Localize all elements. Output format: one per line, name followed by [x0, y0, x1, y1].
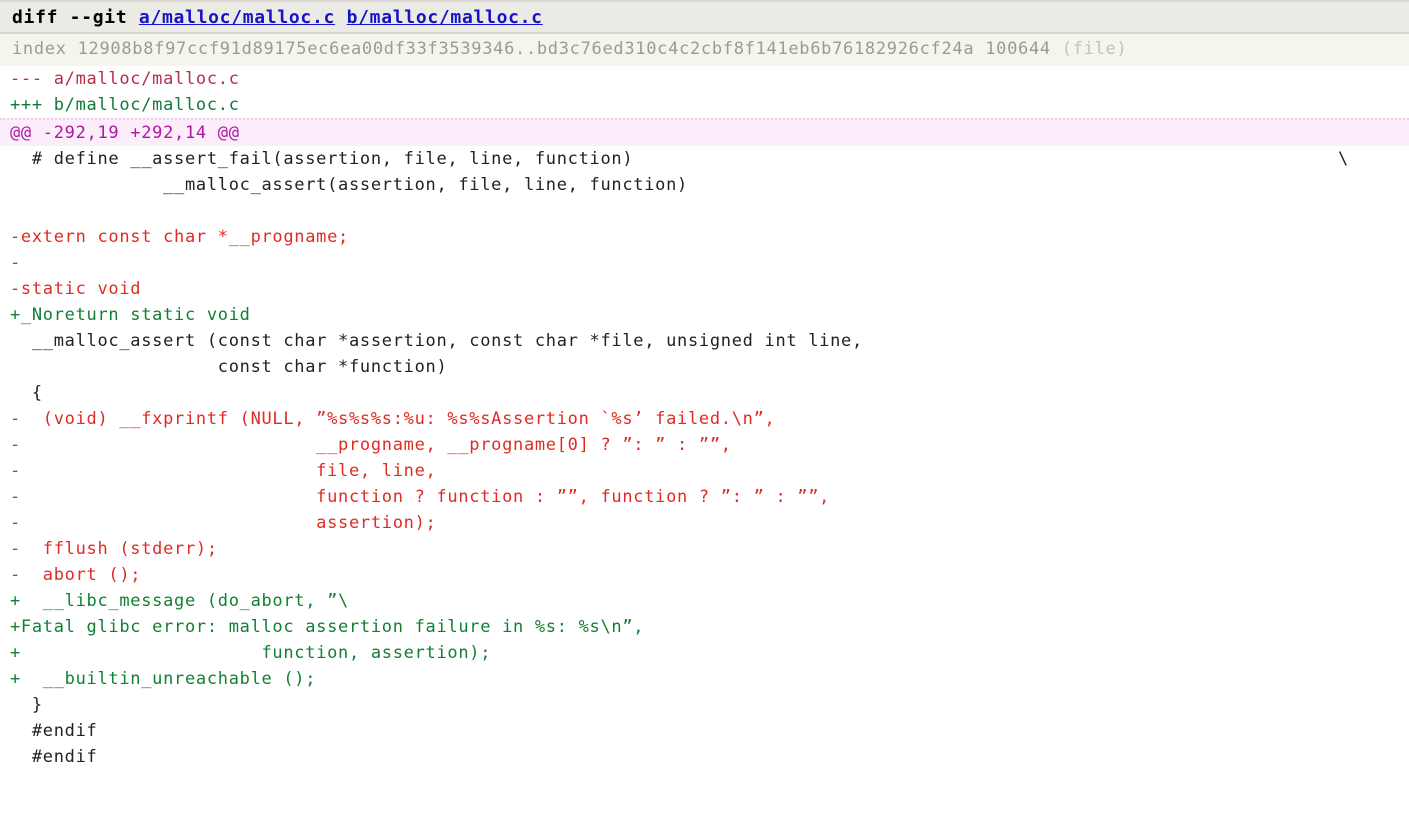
diff-line-del: - (void) __fxprintf (NULL, ”%s%s%s:%u: %… — [10, 409, 776, 429]
diff-line-add: + function, assertion); — [10, 643, 492, 663]
diff-line-context: __malloc_assert (const char *assertion, … — [10, 331, 863, 351]
diff-line-context: } — [10, 695, 43, 715]
hunk-header: @@ -292,19 +292,14 @@ — [0, 118, 1409, 146]
diff-line-context: #endif — [10, 747, 98, 767]
diff-line-add: +Fatal glibc error: malloc assertion fai… — [10, 617, 645, 637]
diff-index-line: index 12908b8f97ccf91d89175ec6ea00df33f3… — [0, 34, 1409, 66]
diff-line-del: -static void — [10, 279, 142, 299]
diff-line-del: - function ? function : ””, function ? ”… — [10, 487, 831, 507]
diff-line-context: # define __assert_fail(assertion, file, … — [10, 149, 634, 169]
diff-line-context — [0, 198, 1409, 224]
file-link-b[interactable]: b/malloc/malloc.c — [347, 7, 543, 28]
diff-line-del: -extern const char *__progname; — [10, 227, 349, 247]
diff-line-del: - __progname, __progname[0] ? ”: ” : ””, — [10, 435, 732, 455]
from-file-line: --- a/malloc/malloc.c — [10, 69, 240, 89]
diff-line-add: +_Noreturn static void — [10, 305, 251, 325]
diff-line-del: - file, line, — [10, 461, 437, 481]
diff-command-label: diff --git — [12, 7, 139, 28]
git-diff-output: diff --git a/malloc/malloc.c b/malloc/ma… — [0, 0, 1409, 816]
file-link-separator — [335, 7, 347, 28]
diff-body: # define __assert_fail(assertion, file, … — [0, 146, 1409, 770]
index-mode: 100644 — [974, 39, 1062, 59]
diff-line-del: - abort (); — [10, 565, 142, 585]
line-continuation-backslash: \ — [1338, 149, 1349, 169]
diff-line-del: - fflush (stderr); — [10, 539, 218, 559]
diff-line-add: + __libc_message (do_abort, ”\ — [10, 591, 349, 611]
diff-line-context: { — [10, 383, 43, 403]
file-link-a[interactable]: a/malloc/malloc.c — [139, 7, 335, 28]
diff-line-del: - assertion); — [10, 513, 437, 533]
to-file-line: +++ b/malloc/malloc.c — [10, 95, 240, 115]
diff-line-del: - — [10, 253, 21, 273]
diff-line-context: const char *function) — [10, 357, 448, 377]
diff-line-context: #endif — [10, 721, 98, 741]
diff-header-title: diff --git a/malloc/malloc.c b/malloc/ma… — [0, 0, 1409, 34]
index-hashes: 12908b8f97ccf91d89175ec6ea00df33f3539346… — [77, 39, 975, 59]
index-kind: (file) — [1061, 39, 1128, 59]
diff-line-add: + __builtin_unreachable (); — [10, 669, 317, 689]
diff-line-context: __malloc_assert(assertion, file, line, f… — [10, 175, 688, 195]
index-label: index — [12, 39, 78, 59]
